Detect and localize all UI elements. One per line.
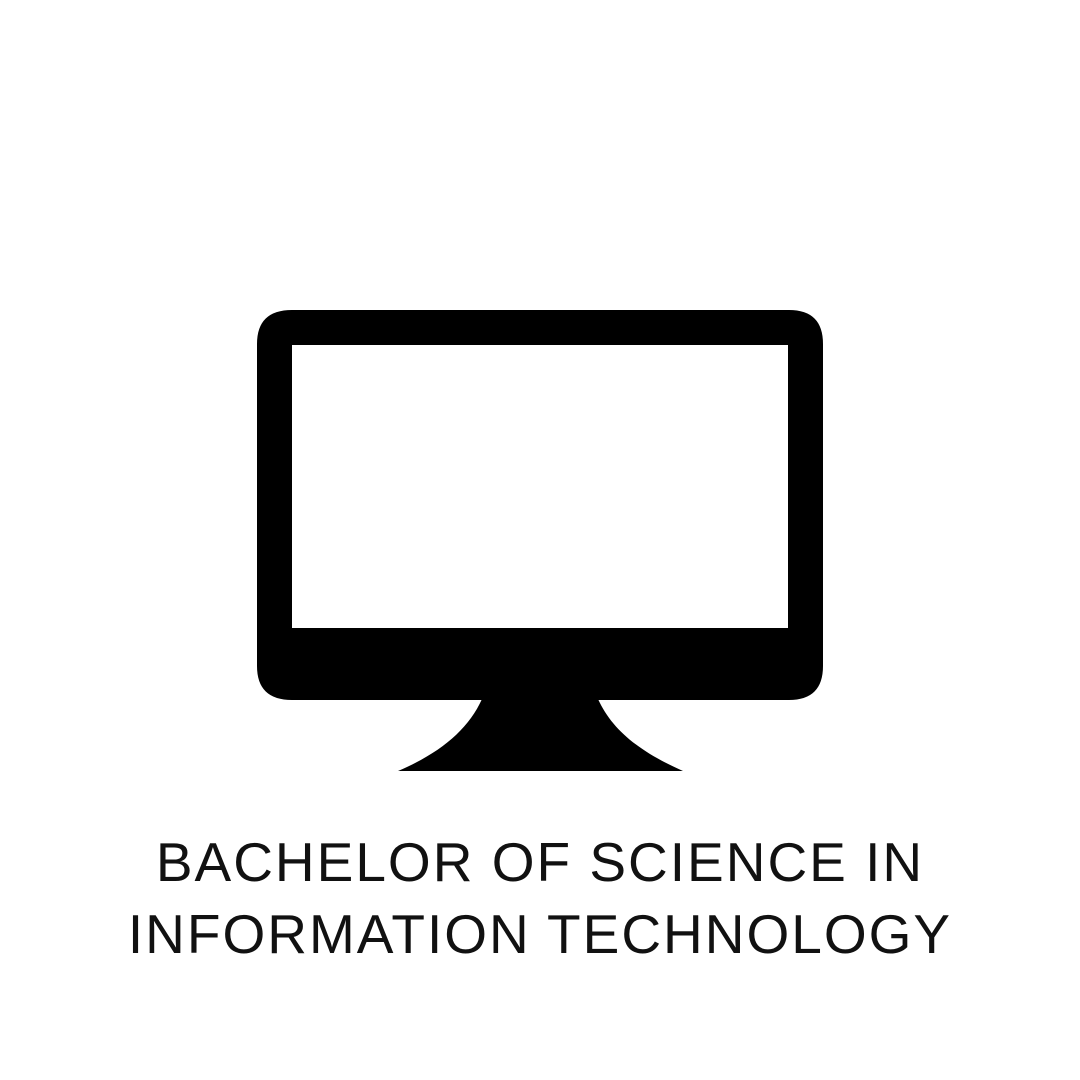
monitor-frame	[257, 310, 823, 700]
degree-title: BACHELOR OF SCIENCE IN INFORMATION TECHN…	[0, 826, 1080, 970]
degree-title-line-2: INFORMATION TECHNOLOGY	[127, 903, 953, 965]
monitor-stand	[398, 699, 683, 771]
degree-title-line-1: BACHELOR OF SCIENCE IN	[155, 831, 925, 893]
